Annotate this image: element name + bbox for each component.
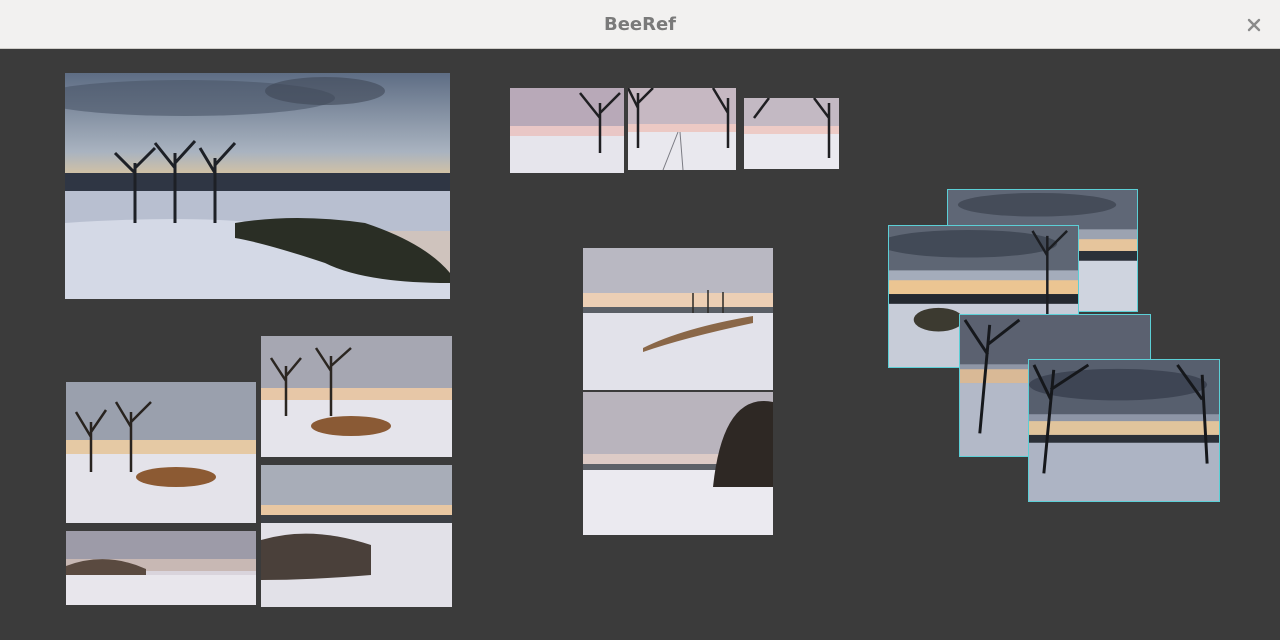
image-center-2[interactable] — [583, 392, 773, 535]
close-icon — [1247, 18, 1261, 32]
image-lake-sunset[interactable] — [65, 73, 450, 299]
image-center-1[interactable] — [583, 248, 773, 390]
photo-strip-1 — [510, 88, 624, 173]
photo-strip-2 — [628, 88, 736, 170]
photo-trees-snow-2 — [261, 336, 452, 457]
close-button[interactable] — [1242, 13, 1266, 37]
photo-strip-3 — [744, 98, 839, 169]
photo-field-fog — [66, 531, 256, 605]
window-title: BeeRef — [603, 14, 677, 35]
photo-selected-4 — [1029, 360, 1219, 501]
image-selected-4[interactable] — [1028, 359, 1220, 502]
photo-field-bushes — [261, 465, 452, 607]
image-strip-2[interactable] — [628, 88, 736, 170]
photo-trees-snow-1 — [66, 382, 256, 523]
image-strip-1[interactable] — [510, 88, 624, 173]
reference-canvas[interactable] — [0, 50, 1280, 640]
image-trees-snow-2[interactable] — [261, 336, 452, 457]
image-field-fog[interactable] — [66, 531, 256, 605]
photo-center-1 — [583, 248, 773, 390]
title-bar[interactable]: BeeRef — [0, 0, 1280, 49]
image-field-bushes[interactable] — [261, 465, 452, 607]
photo-lake-sunset — [65, 73, 450, 299]
image-trees-snow-1[interactable] — [66, 382, 256, 523]
photo-center-2 — [583, 392, 773, 535]
app-window: BeeRef — [0, 0, 1280, 640]
image-strip-3[interactable] — [744, 98, 839, 169]
